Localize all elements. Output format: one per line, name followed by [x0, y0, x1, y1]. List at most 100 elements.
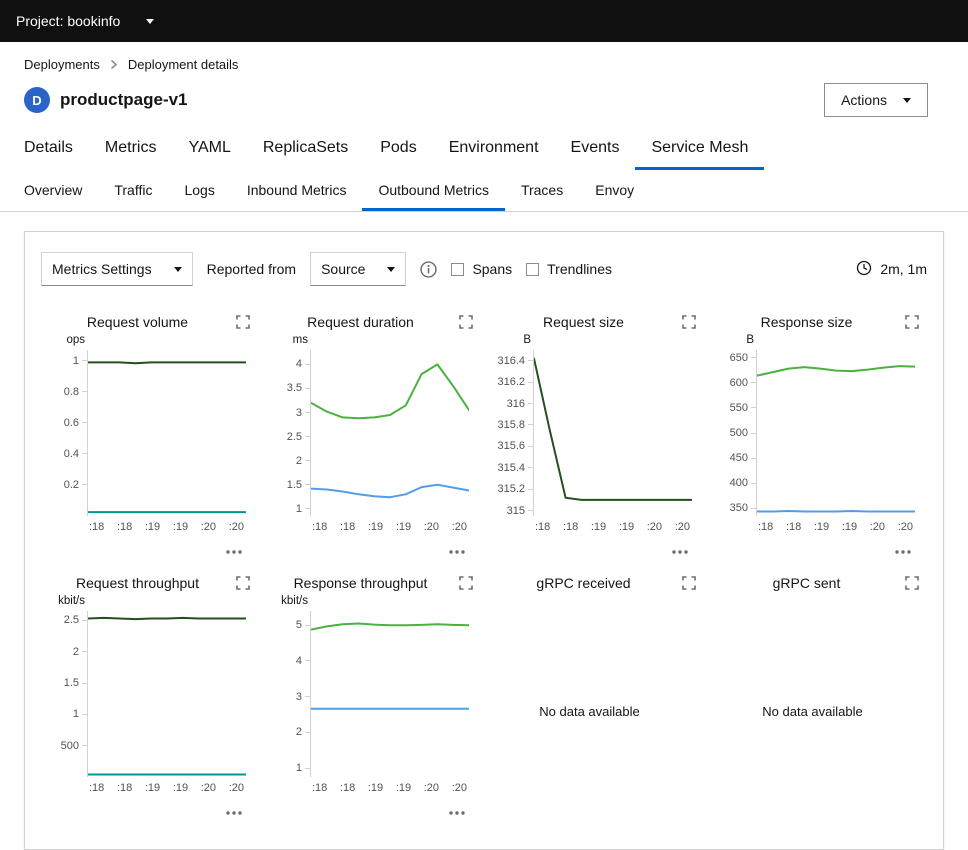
subtab-inbound-metrics[interactable]: Inbound Metrics: [231, 170, 363, 211]
chart-body: 43.532.521.51: [264, 350, 481, 516]
y-axis-unit: [710, 595, 756, 611]
metrics-settings-label: Metrics Settings: [52, 261, 152, 277]
x-axis-labels: :18:18:19:19:20:20: [310, 521, 469, 533]
subtab-outbound-metrics[interactable]: Outbound Metrics: [362, 170, 505, 211]
tab-environment[interactable]: Environment: [433, 129, 555, 170]
y-axis-labels: 10.80.60.40.2: [41, 350, 87, 516]
kebab-menu[interactable]: [41, 541, 258, 551]
x-axis-labels: :18:18:19:19:20:20: [87, 782, 246, 794]
subtab-overview[interactable]: Overview: [8, 170, 98, 211]
chart-title: gRPC sent: [710, 575, 903, 591]
masthead: Project: bookinfo: [0, 0, 968, 42]
spans-checkbox[interactable]: Spans: [451, 261, 512, 277]
deployment-badge: D: [24, 87, 50, 113]
checkbox-box: [451, 263, 464, 276]
trendlines-label: Trendlines: [547, 261, 612, 277]
chevron-down-icon: [903, 98, 911, 103]
subtab-traces[interactable]: Traces: [505, 170, 579, 211]
trendlines-checkbox[interactable]: Trendlines: [526, 261, 612, 277]
x-axis-labels: :18:18:19:19:20:20: [533, 521, 692, 533]
metrics-toolbar: Metrics Settings Reported from Source Sp…: [41, 252, 927, 286]
chart-body: 10.80.60.40.2: [41, 350, 258, 516]
kebab-menu[interactable]: [264, 541, 481, 551]
chart-title: Request volume: [41, 314, 234, 330]
chart-response-size: Response size B 650600550500450400350 :1…: [710, 312, 927, 551]
plot-area: [310, 350, 469, 516]
chart-response-throughput: Response throughput kbit/s 54321 :18:18:…: [264, 573, 481, 829]
chart-body: No data available: [710, 611, 927, 811]
breadcrumb-deployments-link[interactable]: Deployments: [24, 57, 100, 72]
tab-service-mesh[interactable]: Service Mesh: [635, 129, 764, 170]
expand-icon[interactable]: [234, 315, 252, 330]
y-axis-unit: ms: [264, 334, 310, 350]
sub-tabs: Overview Traffic Logs Inbound Metrics Ou…: [0, 170, 968, 212]
chart-grpc-sent: gRPC sent No data available: [710, 573, 927, 829]
duration-indicator[interactable]: 2m, 1m: [856, 260, 927, 279]
chart-body: No data available: [487, 611, 704, 811]
chart-body: 2.521.51500: [41, 611, 258, 777]
chart-header: Request throughput: [41, 573, 258, 593]
project-selector-label: Project: bookinfo: [16, 13, 120, 29]
kebab-menu[interactable]: [487, 541, 704, 551]
tab-metrics[interactable]: Metrics: [89, 129, 173, 170]
chart-title: Request size: [487, 314, 680, 330]
chart-header: Request duration: [264, 312, 481, 332]
charts-grid: Request volume ops 10.80.60.40.2 :18:18:…: [41, 312, 927, 829]
chart-title: Response size: [710, 314, 903, 330]
plot-area: [310, 611, 469, 777]
kebab-menu[interactable]: [264, 802, 481, 812]
chart-request-size: Request size B 316.4316.2316315.8315.631…: [487, 312, 704, 551]
tab-events[interactable]: Events: [555, 129, 636, 170]
subtab-logs[interactable]: Logs: [168, 170, 230, 211]
expand-icon[interactable]: [457, 576, 475, 591]
chart-body: 316.4316.2316315.8315.6315.4315.2315: [487, 350, 704, 516]
y-axis-labels: 316.4316.2316315.8315.6315.4315.2315: [487, 350, 533, 516]
x-axis-labels: :18:18:19:19:20:20: [87, 521, 246, 533]
main-tabs: Details Metrics YAML ReplicaSets Pods En…: [0, 121, 968, 170]
y-axis-labels: 650600550500450400350: [710, 350, 756, 516]
chart-title: Response throughput: [264, 575, 457, 591]
expand-icon[interactable]: [903, 576, 921, 591]
plot-area: [756, 350, 915, 516]
metrics-settings-select[interactable]: Metrics Settings: [41, 252, 193, 286]
tab-replicasets[interactable]: ReplicaSets: [247, 129, 364, 170]
y-axis-unit: B: [487, 334, 533, 350]
clock-icon: [856, 260, 872, 279]
expand-icon[interactable]: [234, 576, 252, 591]
chart-title: Request throughput: [41, 575, 234, 591]
y-axis-labels: 2.521.51500: [41, 611, 87, 777]
kebab-menu[interactable]: [41, 802, 258, 812]
info-icon[interactable]: [420, 261, 437, 278]
kebab-menu[interactable]: [710, 541, 927, 551]
x-axis-labels: :18:18:19:19:20:20: [756, 521, 915, 533]
expand-icon[interactable]: [457, 315, 475, 330]
metrics-card: Metrics Settings Reported from Source Sp…: [24, 231, 944, 850]
chart-header: Response size: [710, 312, 927, 332]
chart-body: 54321: [264, 611, 481, 777]
chart-header: gRPC received: [487, 573, 704, 593]
tab-pods[interactable]: Pods: [364, 129, 432, 170]
expand-icon[interactable]: [680, 315, 698, 330]
plot-area: [533, 350, 692, 516]
source-label: Source: [321, 261, 365, 277]
chart-grpc-received: gRPC received No data available: [487, 573, 704, 829]
spans-label: Spans: [472, 261, 512, 277]
tab-yaml[interactable]: YAML: [172, 129, 246, 170]
actions-button[interactable]: Actions: [824, 83, 928, 117]
subtab-traffic[interactable]: Traffic: [98, 170, 168, 211]
project-selector[interactable]: Project: bookinfo: [16, 13, 154, 29]
reported-from-label: Reported from: [207, 261, 296, 277]
tab-details[interactable]: Details: [8, 129, 89, 170]
plot-area: [87, 350, 246, 516]
expand-icon[interactable]: [903, 315, 921, 330]
y-axis-labels: 43.532.521.51: [264, 350, 310, 516]
y-axis-unit: [487, 595, 533, 611]
reported-from-select[interactable]: Source: [310, 252, 406, 286]
plot-area: No data available: [710, 611, 915, 811]
chevron-right-icon: [110, 59, 118, 70]
page-title: productpage-v1: [60, 90, 188, 110]
chart-request-volume: Request volume ops 10.80.60.40.2 :18:18:…: [41, 312, 258, 551]
chevron-down-icon: [146, 19, 154, 24]
expand-icon[interactable]: [680, 576, 698, 591]
subtab-envoy[interactable]: Envoy: [579, 170, 650, 211]
